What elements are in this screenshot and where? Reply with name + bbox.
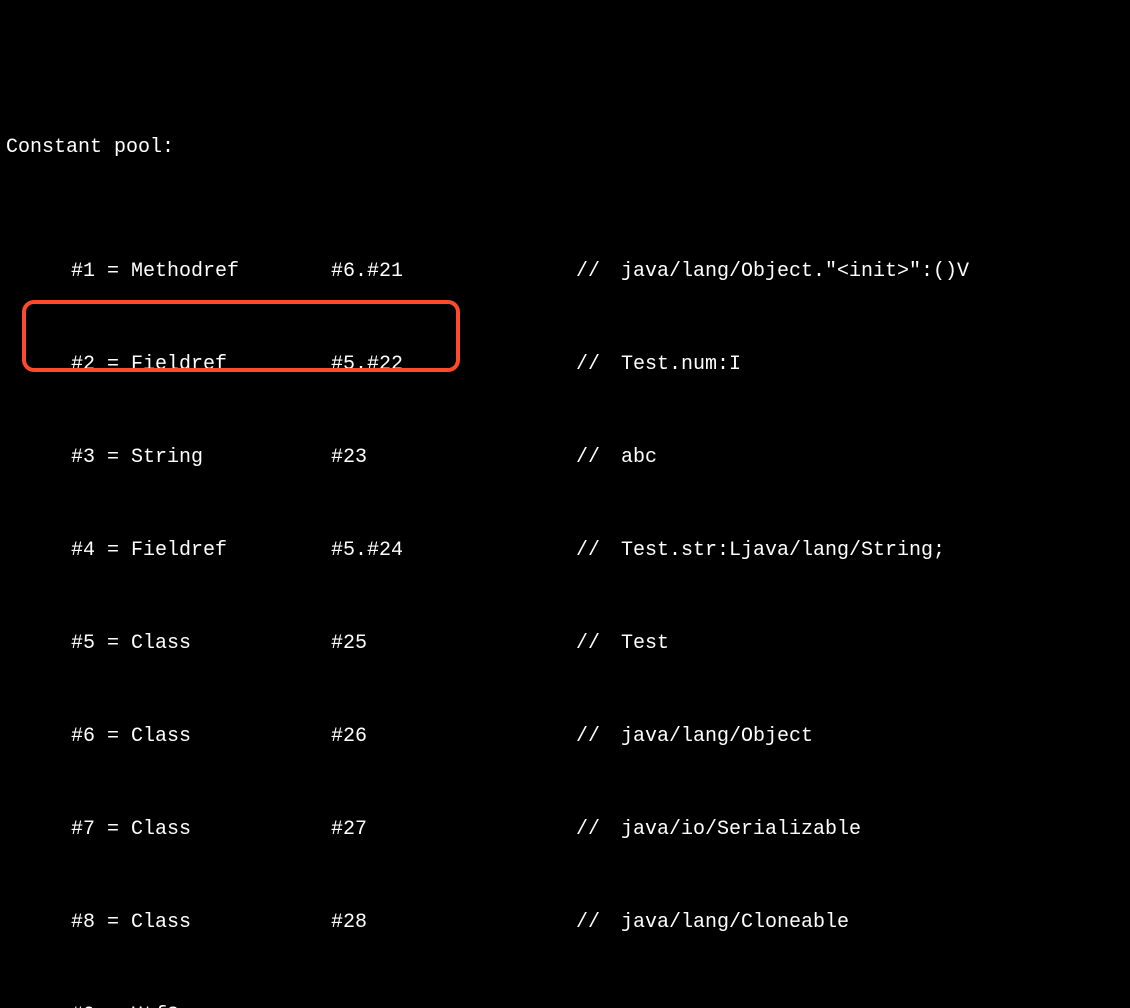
- cp-comment: Test.num:I: [621, 349, 1130, 380]
- cp-type: Class: [131, 907, 331, 938]
- cp-ref: #25: [331, 628, 576, 659]
- cp-type: Class: [131, 628, 331, 659]
- constant-pool-row: #8 = Class #28 // java/lang/Cloneable: [0, 907, 1130, 938]
- cp-comment-sep: //: [576, 349, 621, 380]
- constant-pool-row: #4 = Fieldref #5.#24 // Test.str:Ljava/l…: [0, 535, 1130, 566]
- cp-ref: #23: [331, 442, 576, 473]
- cp-index: #3: [0, 442, 95, 473]
- cp-comment-sep: //: [576, 535, 621, 566]
- cp-comment: java/lang/Cloneable: [621, 907, 1130, 938]
- constant-pool-row: #2 = Fieldref #5.#22 // Test.num:I: [0, 349, 1130, 380]
- cp-index: #9: [0, 1000, 95, 1008]
- constant-pool-row: #5 = Class #25 // Test: [0, 628, 1130, 659]
- cp-type: Fieldref: [131, 349, 331, 380]
- cp-index: #7: [0, 814, 95, 845]
- cp-comment-sep: //: [576, 721, 621, 752]
- cp-eq: =: [95, 256, 131, 287]
- cp-index: #5: [0, 628, 95, 659]
- cp-comment: java/io/Serializable: [621, 814, 1130, 845]
- cp-index: #6: [0, 721, 95, 752]
- cp-ref: #5.#22: [331, 349, 576, 380]
- constant-pool-row: #1 = Methodref #6.#21 // java/lang/Objec…: [0, 256, 1130, 287]
- constant-pool-row: #6 = Class #26 // java/lang/Object: [0, 721, 1130, 752]
- cp-type: Methodref: [131, 256, 331, 287]
- cp-comment: abc: [621, 442, 1130, 473]
- cp-comment-sep: //: [576, 442, 621, 473]
- cp-index: #2: [0, 349, 95, 380]
- cp-type: Class: [131, 721, 331, 752]
- constant-pool-row: #7 = Class #27 // java/io/Serializable: [0, 814, 1130, 845]
- cp-comment-sep: //: [576, 907, 621, 938]
- constant-pool-row: #9 = Utf8 num: [0, 1000, 1130, 1008]
- cp-comment: Test.str:Ljava/lang/String;: [621, 535, 1130, 566]
- cp-comment: Test: [621, 628, 1130, 659]
- cp-index: #8: [0, 907, 95, 938]
- cp-comment-sep: //: [576, 256, 621, 287]
- cp-index: #1: [0, 256, 95, 287]
- cp-type: String: [131, 442, 331, 473]
- cp-ref: #5.#24: [331, 535, 576, 566]
- cp-comment: java/lang/Object: [621, 721, 1130, 752]
- header-text: Constant pool:: [6, 132, 174, 163]
- constant-pool-row: #3 = String #23 // abc: [0, 442, 1130, 473]
- cp-eq: =: [95, 628, 131, 659]
- cp-ref: #28: [331, 907, 576, 938]
- cp-ref: #26: [331, 721, 576, 752]
- cp-eq: =: [95, 535, 131, 566]
- cp-eq: =: [95, 907, 131, 938]
- cp-type: Class: [131, 814, 331, 845]
- cp-index: #4: [0, 535, 95, 566]
- cp-comment-sep: //: [576, 628, 621, 659]
- terminal-output: Constant pool: #1 = Methodref #6.#21 // …: [0, 0, 1130, 1008]
- cp-type: Fieldref: [131, 535, 331, 566]
- cp-eq: =: [95, 721, 131, 752]
- cp-type: Utf8: [131, 1000, 331, 1008]
- cp-eq: =: [95, 442, 131, 473]
- cp-ref: #27: [331, 814, 576, 845]
- cp-ref: num: [331, 1000, 576, 1008]
- cp-comment: java/lang/Object."<init>":()V: [621, 256, 1130, 287]
- cp-eq: =: [95, 814, 131, 845]
- cp-eq: =: [95, 349, 131, 380]
- cp-eq: =: [95, 1000, 131, 1008]
- terminal-container: Constant pool: #1 = Methodref #6.#21 // …: [0, 0, 1130, 1008]
- constant-pool-header: Constant pool:: [0, 132, 1130, 163]
- top-spacer: [0, 62, 1130, 70]
- cp-comment-sep: //: [576, 814, 621, 845]
- cp-ref: #6.#21: [331, 256, 576, 287]
